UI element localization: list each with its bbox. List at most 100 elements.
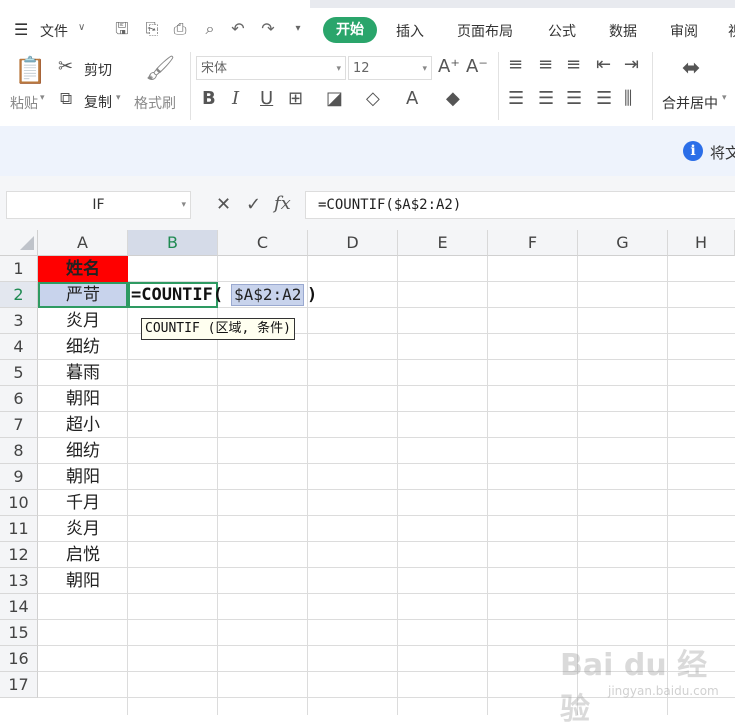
- row-header-1[interactable]: 1: [0, 256, 38, 282]
- cell-a9[interactable]: 朝阳: [38, 464, 128, 490]
- tab-page-layout[interactable]: 页面布局: [457, 21, 513, 41]
- justify-icon[interactable]: ☰: [596, 88, 612, 109]
- column-header-d[interactable]: D: [308, 230, 398, 256]
- cell-a7[interactable]: 超小: [38, 412, 128, 438]
- cell-a4[interactable]: 细纺: [38, 334, 128, 360]
- format-painter-icon[interactable]: 🖌: [145, 54, 175, 82]
- copy-button[interactable]: 复制: [84, 92, 112, 112]
- header-cell-name[interactable]: 姓名: [38, 256, 128, 282]
- tab-insert[interactable]: 插入: [396, 21, 424, 41]
- column-header-e[interactable]: E: [398, 230, 488, 256]
- chevron-down-icon[interactable]: ∨: [78, 22, 85, 33]
- row-header-9[interactable]: 9: [0, 464, 38, 490]
- row-header-11[interactable]: 11: [0, 516, 38, 542]
- row-header-2[interactable]: 2: [0, 282, 38, 308]
- tab-home[interactable]: 开始: [323, 17, 377, 43]
- notice-text[interactable]: 将文: [710, 142, 735, 163]
- copy-icon[interactable]: ⧉: [60, 89, 72, 109]
- cell-a13[interactable]: 朝阳: [38, 568, 128, 594]
- name-box[interactable]: IF ▾: [6, 191, 191, 219]
- cell-a6[interactable]: 朝阳: [38, 386, 128, 412]
- cell-a5[interactable]: 暮雨: [38, 360, 128, 386]
- fill-color-icon[interactable]: ◇: [366, 88, 380, 109]
- increase-font-icon[interactable]: A⁺: [438, 56, 460, 77]
- tab-view[interactable]: 视: [728, 21, 735, 41]
- column-header-g[interactable]: G: [578, 230, 668, 256]
- merge-dropdown-icon[interactable]: ▾: [722, 93, 727, 103]
- scissors-icon[interactable]: ✂: [58, 56, 73, 77]
- grid-line: [38, 489, 735, 490]
- border-icon[interactable]: ⊞: [288, 88, 303, 109]
- row-header-10[interactable]: 10: [0, 490, 38, 516]
- align-left-icon[interactable]: ☰: [508, 88, 524, 109]
- row-header-12[interactable]: 12: [0, 542, 38, 568]
- column-header-h[interactable]: H: [668, 230, 735, 256]
- column-header-f[interactable]: F: [488, 230, 578, 256]
- italic-icon[interactable]: I: [232, 88, 239, 109]
- row-header-13[interactable]: 13: [0, 568, 38, 594]
- row-header-6[interactable]: 6: [0, 386, 38, 412]
- tab-data[interactable]: 数据: [609, 21, 637, 41]
- font-name-select[interactable]: 宋体 ▾: [196, 56, 346, 80]
- document-tab[interactable]: [0, 0, 310, 8]
- column-header-a[interactable]: A: [38, 230, 128, 256]
- cell-a8[interactable]: 细纺: [38, 438, 128, 464]
- redo-icon[interactable]: ↷: [258, 19, 278, 39]
- cell-a11[interactable]: 炎月: [38, 516, 128, 542]
- merge-center-button[interactable]: 合并居中: [662, 93, 718, 113]
- formula-range-reference[interactable]: $A$2:A2: [231, 284, 305, 306]
- paste-button[interactable]: 粘贴: [10, 93, 38, 113]
- confirm-icon[interactable]: ✓: [246, 194, 261, 215]
- distributed-align-icon[interactable]: ⫼: [624, 88, 632, 109]
- align-bottom-icon[interactable]: ≡: [566, 54, 581, 75]
- tab-formulas[interactable]: 公式: [548, 21, 576, 41]
- insert-function-icon[interactable]: fx: [274, 193, 291, 214]
- hamburger-menu-icon[interactable]: ☰: [14, 20, 28, 39]
- undo-icon[interactable]: ↶: [228, 19, 248, 39]
- align-top-icon[interactable]: ≡: [508, 54, 523, 75]
- clear-format-icon[interactable]: ◆: [446, 88, 460, 109]
- print-icon[interactable]: ⎙: [170, 19, 190, 39]
- bold-icon[interactable]: B: [202, 88, 216, 109]
- cut-button[interactable]: 剪切: [84, 60, 112, 80]
- print-preview-icon[interactable]: ⌕: [200, 19, 220, 39]
- export-icon[interactable]: ⎘: [142, 19, 162, 39]
- tab-review[interactable]: 审阅: [670, 21, 698, 41]
- formula-input[interactable]: =COUNTIF($A$2:A2): [305, 191, 735, 219]
- row-header-5[interactable]: 5: [0, 360, 38, 386]
- cell-a3[interactable]: 炎月: [38, 308, 128, 334]
- font-color-icon[interactable]: A: [406, 88, 418, 109]
- underline-icon[interactable]: U: [260, 88, 273, 109]
- increase-indent-icon[interactable]: ⇥: [624, 54, 639, 75]
- row-header-8[interactable]: 8: [0, 438, 38, 464]
- font-size-select[interactable]: 12 ▾: [348, 56, 432, 80]
- row-header-15[interactable]: 15: [0, 620, 38, 646]
- decrease-font-icon[interactable]: A⁻: [466, 56, 488, 77]
- merge-cells-icon[interactable]: ⬌: [682, 56, 700, 81]
- copy-dropdown-icon[interactable]: ▾: [116, 93, 121, 103]
- align-middle-icon[interactable]: ≡: [538, 54, 553, 75]
- row-header-17[interactable]: 17: [0, 672, 38, 698]
- row-header-14[interactable]: 14: [0, 594, 38, 620]
- align-right-icon[interactable]: ☰: [566, 88, 582, 109]
- cell-a10[interactable]: 千月: [38, 490, 128, 516]
- cell-a2[interactable]: 严苛: [38, 282, 128, 308]
- cell-a12[interactable]: 启悦: [38, 542, 128, 568]
- info-icon: i: [683, 141, 703, 161]
- column-header-c[interactable]: C: [218, 230, 308, 256]
- paste-icon[interactable]: 📋: [14, 56, 46, 86]
- save-icon[interactable]: 🖫: [112, 19, 132, 39]
- format-painter-button[interactable]: 格式刷: [134, 93, 176, 113]
- customize-toolbar-icon[interactable]: ▾: [288, 19, 308, 39]
- align-center-icon[interactable]: ☰: [538, 88, 554, 109]
- row-header-4[interactable]: 4: [0, 334, 38, 360]
- row-header-7[interactable]: 7: [0, 412, 38, 438]
- cell-style-icon[interactable]: ◪: [326, 88, 343, 109]
- paste-dropdown-icon[interactable]: ▾: [40, 93, 45, 103]
- file-menu[interactable]: 文件: [40, 21, 68, 41]
- row-header-16[interactable]: 16: [0, 646, 38, 672]
- cancel-icon[interactable]: ✕: [216, 194, 231, 215]
- decrease-indent-icon[interactable]: ⇤: [596, 54, 611, 75]
- column-header-b[interactable]: B: [128, 230, 218, 256]
- row-header-3[interactable]: 3: [0, 308, 38, 334]
